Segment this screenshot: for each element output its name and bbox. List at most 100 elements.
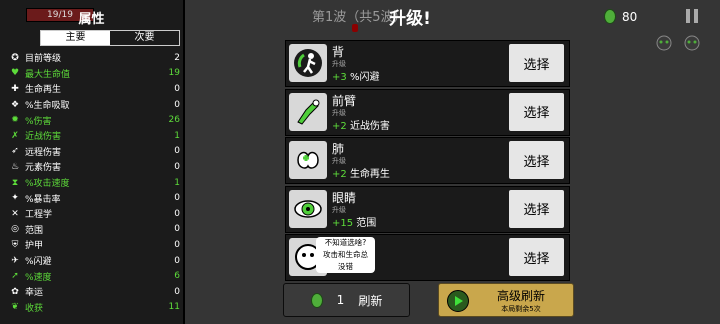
stat-name: %闪避 [25,257,52,268]
refresh-button[interactable]: 1 刷新 [283,283,410,317]
upgrade-stat: %闪避 [349,72,380,83]
upgrade-name: 前臂 [332,93,357,108]
stat-value: 0 [174,224,180,235]
luck-icon: ✿ [11,286,19,297]
stat-tabs: 主要 次要 [40,30,180,46]
stat-row: ✦ %暴击率 0 [10,190,180,206]
upgrade-bonus: +2 [332,169,347,180]
material-icon [604,9,616,24]
advanced-refresh-button[interactable]: 高级刷新 本局剩余5次 [438,283,574,317]
stat-row: ❖ %生命吸取 0 [10,97,180,113]
melee-icon: ✗ [11,130,19,141]
stat-name: 幸运 [25,288,44,299]
advanced-refresh-label: 高级刷新 [496,289,545,303]
stat-value: 1 [174,177,180,188]
stat-row: ✕ 工程学 0 [10,206,180,222]
attributes-panel: 19/19 属性 主要 次要 ✪ 目前等级 2 ♥ 最大生命值 19 ✚ 生命再生 0 ❖ %生命吸… [0,0,185,324]
stat-name: 元素伤害 [25,163,62,174]
upgrade-card: 眼睛 升级 +15 范围 选择 [285,185,570,233]
stat-name: %速度 [25,272,52,283]
stat-name: %暴击率 [25,194,61,205]
stat-row: ✚ 生命再生 0 [10,81,180,97]
upgrade-card: 前臂 升级 +2 近战伤害 选择 [285,88,570,136]
stat-row: ⛨ 护甲 0 [10,237,180,253]
stat-row: ✪ 目前等级 2 [10,50,180,66]
upgrade-stat: 范围 [356,217,377,229]
forearm-icon [289,92,327,131]
stat-value: 26 [168,115,180,126]
upgrade-stat: 生命再生 [349,169,390,180]
select-button[interactable]: 选择 [509,141,564,179]
upgrade-effect: +2 生命再生 [332,165,390,180]
stat-list: ✪ 目前等级 2 ♥ 最大生命值 19 ✚ 生命再生 0 ❖ %生命吸取 0 ✹ %伤害 26 ✗ 近战伤害 1 ➶… [10,50,180,315]
stat-value: 0 [174,83,180,94]
select-button[interactable]: 选择 [509,44,564,82]
stat-row: ✿ 幸运 0 [10,284,180,300]
stat-row: ➶ 远程伤害 0 [10,144,180,160]
range-icon: ◎ [11,224,19,235]
crit-icon: ✦ [11,193,19,204]
upgrade-card: 背升级 +3 %闪避 选择 [285,40,570,87]
play-icon [447,290,469,312]
regen-icon: ✚ [11,83,19,94]
tab-primary[interactable]: 主要 [41,31,110,45]
back-icon [289,44,327,82]
stat-row: ✹ %伤害 26 [10,112,180,128]
upgrade-effect: +3 %闪避 [332,68,379,83]
item-ghost-icon [656,35,672,51]
stat-name: 生命再生 [25,85,62,96]
tab-secondary[interactable]: 次要 [110,31,179,45]
select-button[interactable]: 选择 [509,238,564,276]
stat-value: 0 [174,286,180,297]
eyes-icon [289,189,327,228]
stat-value: 19 [168,68,180,79]
ranged-icon: ➶ [11,146,19,157]
upgrade-effect: +2 近战伤害 [332,117,390,132]
stat-value: 0 [174,146,180,157]
heart-icon: ♥ [10,68,20,79]
speed-icon: ➚ [11,271,19,282]
upgrade-stat: 近战伤害 [349,120,390,132]
refresh-cost: 1 [336,293,345,307]
upgrade-name: 眼睛 [332,190,357,205]
upgrade-title: 升级! [389,9,431,29]
harvest-icon: ❦ [11,302,19,313]
upgrade-name: 背 [332,45,345,59]
engineering-icon: ✕ [11,208,19,219]
upgrade-bonus: +2 [332,120,347,132]
item-ghost-icon [684,35,700,51]
tip-bubble: 不知道选啥? 攻击和生命总 没错 [316,237,375,273]
stat-name: 近战伤害 [25,132,62,143]
upgrade-name: 肺 [332,142,345,156]
upgrade-bonus: +3 [332,72,347,83]
upgrade-effect: +15 范围 [332,214,376,229]
upgrade-bonus: +15 [332,217,354,229]
panel-title: 属性 [78,12,105,27]
stat-value: 0 [174,255,180,266]
lungs-icon [289,141,327,179]
stat-row: ❦ 收获 11 [10,300,180,316]
stat-value: 2 [174,52,180,63]
armor-icon: ⛨ [11,239,19,250]
stat-value: 11 [168,302,180,313]
lifesteal-icon: ❖ [10,99,20,110]
select-button[interactable]: 选择 [509,189,564,228]
stat-name: 范围 [25,225,44,236]
attack-speed-icon: ⧗ [11,177,19,188]
material-counter: 80 [604,9,637,24]
material-count: 80 [622,9,638,24]
damage-icon: ✹ [11,115,19,126]
dodge-icon: ✈ [11,255,19,266]
stat-name: 收获 [25,303,44,314]
stat-name: %生命吸取 [25,101,70,112]
stat-row: ➚ %速度 6 [10,268,180,284]
stat-name: 护甲 [25,241,44,252]
stat-name: 最大生命值 [25,69,71,80]
stat-row: ✗ 近战伤害 1 [10,128,180,144]
pause-button[interactable] [686,9,698,23]
stat-value: 0 [174,208,180,219]
upgrade-card: 肺升级 +2 生命再生 选择 [285,137,570,184]
stat-value: 0 [174,193,180,204]
select-button[interactable]: 选择 [509,92,564,131]
stat-name: %伤害 [25,116,52,127]
